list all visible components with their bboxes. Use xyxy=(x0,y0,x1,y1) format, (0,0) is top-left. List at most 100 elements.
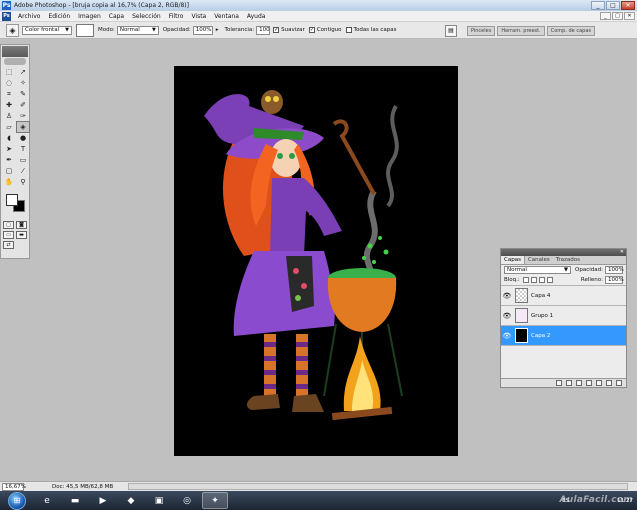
lock-position-icon[interactable] xyxy=(538,277,545,283)
menu-seleccion[interactable]: Selección xyxy=(128,13,165,20)
layer-style-icon[interactable] xyxy=(566,380,572,386)
document-icon[interactable]: Ps xyxy=(2,11,11,21)
tab-capas[interactable]: Capas xyxy=(501,256,525,264)
doc-restore-button[interactable]: □ xyxy=(612,12,623,20)
foreground-color-swatch[interactable] xyxy=(6,194,18,206)
layer-row-capa-4[interactable]: 👁 Capa 4 xyxy=(501,285,626,305)
new-group-icon[interactable] xyxy=(596,380,602,386)
blur-tool-icon[interactable]: ◖ xyxy=(3,133,15,143)
eye-icon[interactable]: 👁 xyxy=(501,292,513,300)
notes-tool-icon[interactable]: ▢ xyxy=(3,166,15,176)
document-canvas[interactable] xyxy=(174,66,458,456)
history-brush-tool-icon[interactable]: ✑ xyxy=(17,111,29,121)
screen-mode-standard-icon[interactable]: ▭ xyxy=(3,231,14,239)
toolbox-header[interactable] xyxy=(2,46,28,57)
explorer-taskbar-icon[interactable]: ▬ xyxy=(62,492,88,509)
menu-archivo[interactable]: Archivo xyxy=(14,13,44,20)
layers-panel-header[interactable]: ✕ xyxy=(501,249,626,256)
close-icon[interactable]: ✕ xyxy=(620,249,624,256)
trash-icon[interactable] xyxy=(616,380,622,386)
tab-trazados[interactable]: Trazados xyxy=(553,256,583,264)
contiguous-checkbox[interactable]: ✓ xyxy=(308,27,315,33)
magic-wand-tool-icon[interactable]: ✧ xyxy=(17,78,29,88)
lasso-tool-icon[interactable]: ◌ xyxy=(3,78,15,88)
layer-mask-icon[interactable] xyxy=(576,380,582,386)
screen-mode-full-icon[interactable]: ▬ xyxy=(16,231,27,239)
minimize-button[interactable]: _ xyxy=(591,1,605,10)
menu-ayuda[interactable]: Ayuda xyxy=(243,13,270,20)
paint-bucket-icon[interactable]: ◈ xyxy=(6,23,19,37)
link-layers-icon[interactable] xyxy=(556,380,562,386)
hand-tool-icon[interactable]: ✋ xyxy=(3,177,15,187)
marquee-tool-icon[interactable]: ⬚ xyxy=(3,67,15,77)
menu-ventana[interactable]: Ventana xyxy=(210,13,243,20)
eyedropper-tool-icon[interactable]: ⁄ xyxy=(17,166,29,176)
contiguous-option[interactable]: ✓ Contiguo xyxy=(308,27,342,33)
start-button[interactable]: ⊞ xyxy=(8,491,26,510)
ie-taskbar-icon[interactable]: e xyxy=(34,492,60,509)
blend-mode-select[interactable]: Normal ▼ xyxy=(504,266,572,274)
menu-edicion[interactable]: Edición xyxy=(44,13,74,20)
path-selection-tool-icon[interactable]: ➤ xyxy=(3,144,15,154)
type-tool-icon[interactable]: T xyxy=(17,144,29,154)
lock-image-icon[interactable] xyxy=(530,277,537,283)
menu-filtro[interactable]: Filtro xyxy=(165,13,188,20)
layer-row-grupo-1[interactable]: 👁 Grupo 1 xyxy=(501,305,626,325)
zoom-field[interactable]: 16,67% xyxy=(2,482,26,491)
dock-tab-pinceles[interactable]: Pinceles xyxy=(466,25,496,36)
chrome-taskbar-icon[interactable]: ◎ xyxy=(174,492,200,509)
eye-icon[interactable]: 👁 xyxy=(501,332,513,340)
move-tool-icon[interactable]: ➚ xyxy=(17,67,29,77)
slice-tool-icon[interactable]: ✎ xyxy=(17,89,29,99)
file-browser-icon[interactable]: ▤ xyxy=(444,24,457,37)
mode-select[interactable]: Normal ▼ xyxy=(116,25,159,35)
opacity-field[interactable]: 100% xyxy=(192,25,213,35)
tab-canales[interactable]: Canales xyxy=(525,256,553,264)
dock-tab-herram-preest[interactable]: Herram. preest. xyxy=(497,25,545,36)
eye-icon[interactable]: 👁 xyxy=(501,312,513,320)
standard-mode-icon[interactable]: ▢ xyxy=(3,221,14,229)
tolerance-field[interactable]: 100 xyxy=(256,25,271,35)
lock-transparency-icon[interactable] xyxy=(522,277,529,283)
sample-mode-select[interactable]: Color frontal ▼ xyxy=(22,25,72,35)
dock-tab-comp-capas[interactable]: Comp. de capas xyxy=(546,25,595,36)
chevron-right-icon[interactable]: ▸ xyxy=(216,27,219,33)
pen-tool-icon[interactable]: ✒ xyxy=(3,155,15,165)
quick-mask-icon[interactable]: ◙ xyxy=(16,221,27,229)
media-player-taskbar-icon[interactable]: ▶ xyxy=(90,492,116,509)
eraser-tool-icon[interactable]: ▱ xyxy=(3,122,15,132)
maximize-button[interactable]: □ xyxy=(606,1,620,10)
lock-all-icon[interactable] xyxy=(546,277,553,283)
zoom-tool-icon[interactable]: ⚲ xyxy=(17,177,29,187)
healing-brush-tool-icon[interactable]: ✚ xyxy=(3,100,15,110)
all-layers-option[interactable]: Todas las capas xyxy=(345,27,396,33)
menu-imagen[interactable]: Imagen xyxy=(74,13,105,20)
new-layer-icon[interactable] xyxy=(606,380,612,386)
doc-close-button[interactable]: ✕ xyxy=(624,12,635,20)
fill-field[interactable]: 100% xyxy=(605,276,624,284)
dodge-tool-icon[interactable]: ● xyxy=(17,133,29,143)
pattern-swatch[interactable] xyxy=(76,23,94,37)
adobe-logo-icon[interactable] xyxy=(4,58,26,65)
smooth-checkbox[interactable]: ✓ xyxy=(273,27,280,33)
crop-tool-icon[interactable]: ⌗ xyxy=(3,89,15,99)
app-taskbar-icon[interactable]: ◆ xyxy=(118,492,144,509)
jump-to-imageready-icon[interactable]: ⇄ xyxy=(3,241,14,249)
menu-vista[interactable]: Vista xyxy=(187,13,210,20)
adjustment-layer-icon[interactable] xyxy=(586,380,592,386)
all-layers-checkbox[interactable] xyxy=(345,27,352,33)
menu-capa[interactable]: Capa xyxy=(105,13,128,20)
doc-minimize-button[interactable]: _ xyxy=(600,12,611,20)
brush-tool-icon[interactable]: ✐ xyxy=(17,100,29,110)
paint-bucket-tool-icon[interactable]: ◈ xyxy=(16,121,30,133)
layer-row-capa-2[interactable]: 👁 Capa 2 xyxy=(501,325,626,345)
monitor-taskbar-icon[interactable]: ▣ xyxy=(146,492,172,509)
close-button[interactable]: ✕ xyxy=(621,1,635,10)
document-size: Doc: 45,5 MB/62,8 MB xyxy=(52,483,114,490)
smooth-option[interactable]: ✓ Suavizar xyxy=(273,27,305,33)
shape-tool-icon[interactable]: ▭ xyxy=(17,155,29,165)
photoshop-taskbar-icon[interactable]: ✦ xyxy=(202,492,228,509)
layer-opacity-field[interactable]: 100% xyxy=(605,266,624,274)
clone-stamp-tool-icon[interactable]: ♙ xyxy=(3,111,15,121)
horizontal-scrollbar[interactable] xyxy=(128,483,628,490)
